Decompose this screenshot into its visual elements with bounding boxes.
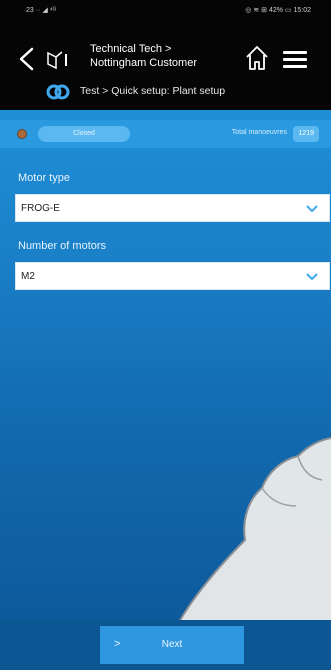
total-manoeuvres-label: Total manoeuvres [231,129,287,136]
status-bar-left: 23 ·· ◢ ⁴ᴳ [26,7,57,14]
number-of-motors-label: Number of motors [18,240,107,252]
home-icon [246,46,268,70]
device-icon [46,48,72,70]
breadcrumb: Test > Quick setup: Plant setup [80,85,226,97]
motor-type-label: Motor type [18,172,70,184]
link-icon [46,82,70,102]
status-pill: Closed [38,126,130,142]
header-title: Technical Tech > Nottingham Customer [90,42,240,70]
pointing-hand-overlay [172,437,331,640]
info-bar: Closed Total manoeuvres 1219 [0,120,331,148]
header-title-line2: Nottingham Customer [90,57,197,69]
total-manoeuvres-badge: 1219 [293,126,319,142]
chevron-left-icon [19,47,34,71]
next-button[interactable]: > Next [100,626,244,664]
status-bar: 23 ·· ◢ ⁴ᴳ ◎ ≋ ⊞ 42% ▭ 15:02 [0,0,331,22]
footer-bar: > Next [0,620,331,670]
status-indicator [17,129,27,139]
status-bar-right: ◎ ≋ ⊞ 42% ▭ 15:02 [245,7,311,14]
number-of-motors-select[interactable]: M2 [15,262,330,290]
hamburger-icon [283,51,307,68]
motor-type-value: FROG-E [21,203,60,214]
breadcrumb-row: Test > Quick setup: Plant setup [0,82,331,104]
header-title-line1: Technical Tech > [90,43,172,55]
number-of-motors-value: M2 [21,271,35,282]
back-button[interactable] [16,46,38,72]
next-button-label: Next [161,639,183,650]
app-header: Technical Tech > Nottingham Customer Tes… [0,22,331,110]
home-button[interactable] [244,44,270,72]
motor-type-select[interactable]: FROG-E [15,194,330,222]
chevron-down-icon [306,205,318,213]
chevron-down-icon [306,273,318,281]
menu-button[interactable] [283,51,307,69]
